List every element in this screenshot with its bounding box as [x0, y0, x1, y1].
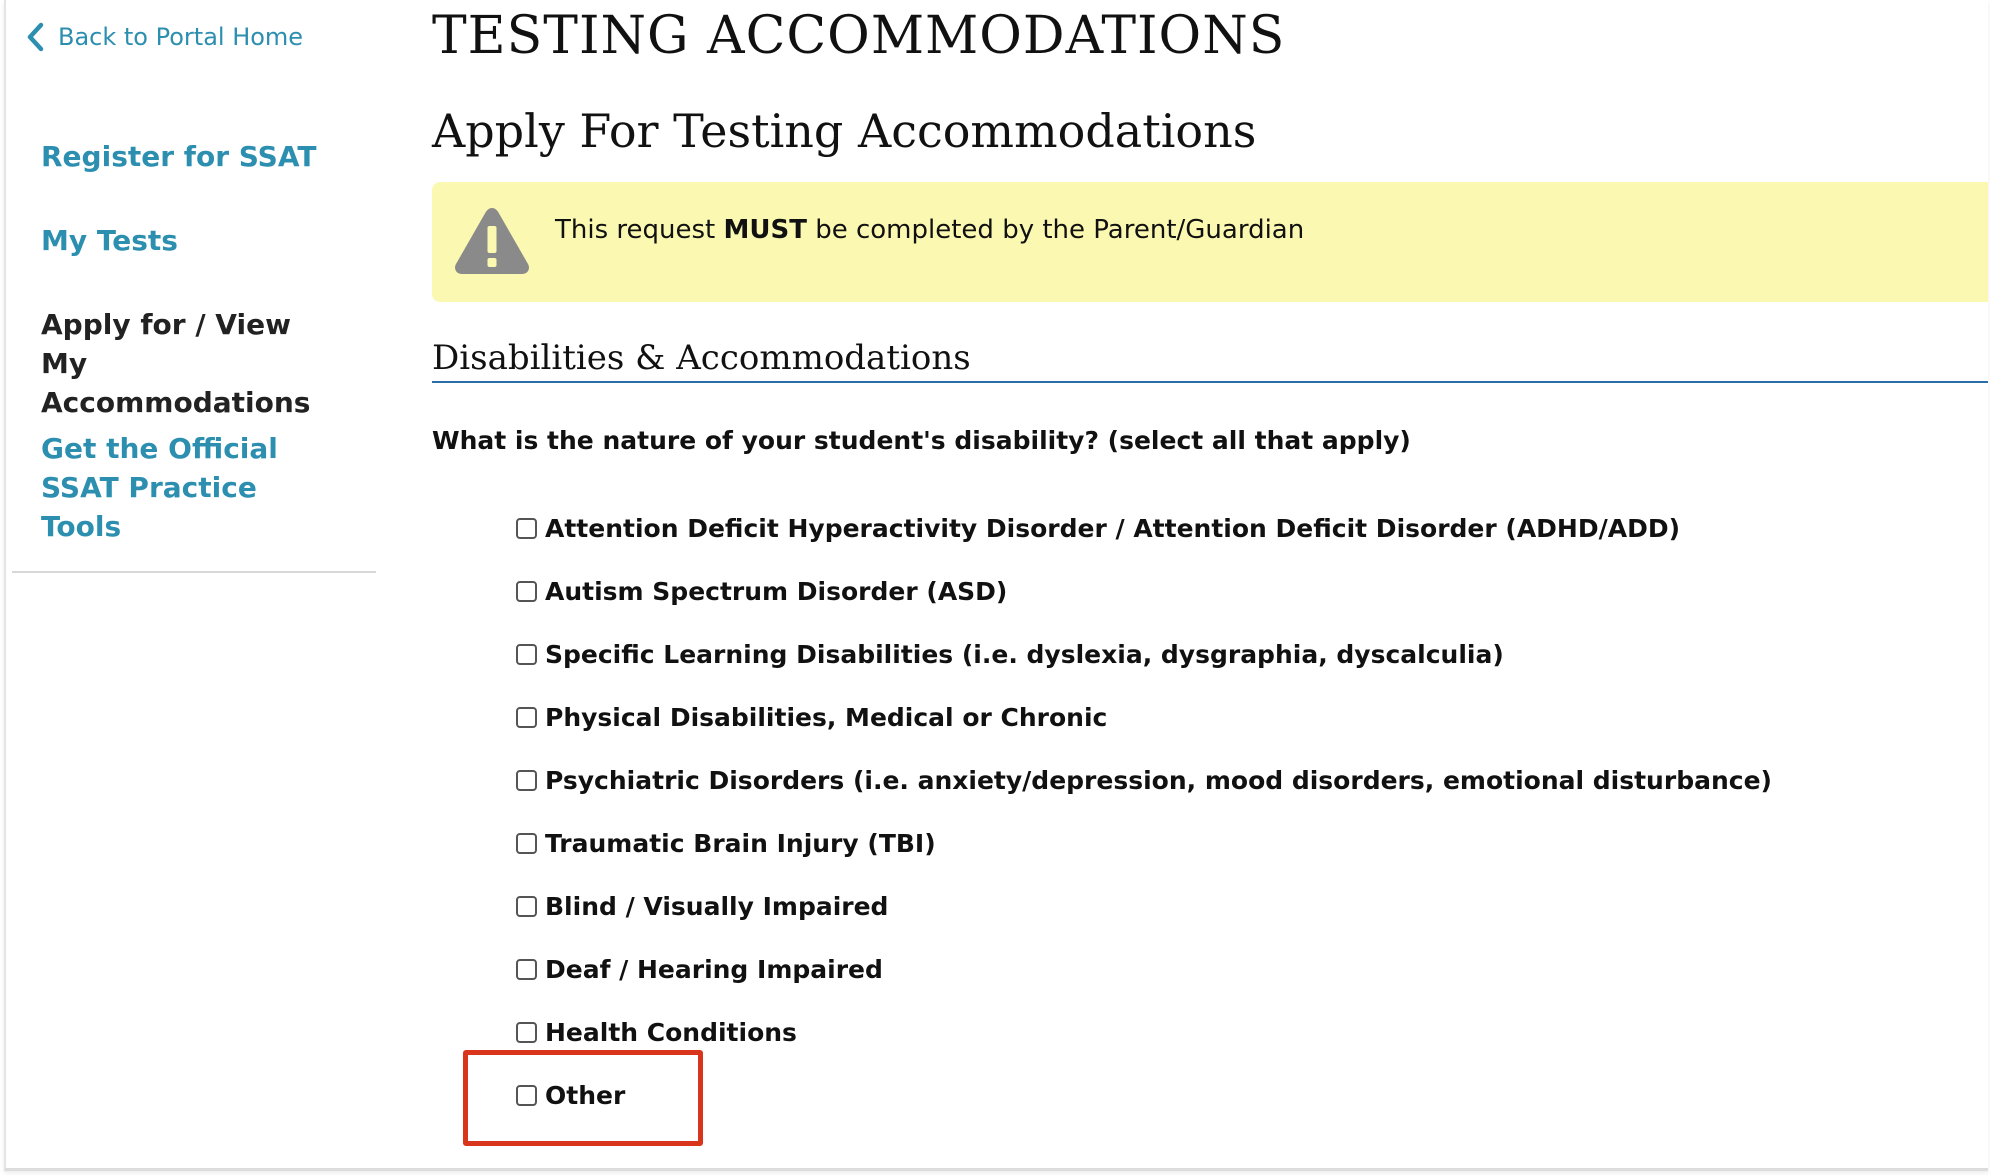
checkbox[interactable]	[516, 1021, 537, 1043]
disability-question: What is the nature of your student's dis…	[432, 426, 1411, 455]
checkbox[interactable]	[516, 706, 537, 728]
option-health-conditions[interactable]: Health Conditions	[516, 1014, 797, 1050]
back-link-label: Back to Portal Home	[58, 23, 304, 51]
section-divider	[432, 381, 1988, 383]
sidebar-item-my-tests[interactable]: My Tests	[41, 221, 371, 260]
sidebar-item-accommodations[interactable]: Apply for / View My Accommodations	[41, 305, 341, 422]
option-asd[interactable]: Autism Spectrum Disorder (ASD)	[516, 573, 1007, 609]
option-learning-disabilities[interactable]: Specific Learning Disabilities (i.e. dys…	[516, 636, 1504, 672]
page-title: TESTING ACCOMMODATIONS	[432, 6, 1286, 66]
checkbox[interactable]	[516, 1084, 537, 1106]
option-adhd[interactable]: Attention Deficit Hyperactivity Disorder…	[516, 510, 1680, 546]
checkbox[interactable]	[516, 580, 537, 602]
checkbox[interactable]	[516, 958, 537, 980]
checkbox[interactable]	[516, 643, 537, 665]
sidebar-item-register[interactable]: Register for SSAT	[41, 137, 371, 176]
checkbox[interactable]	[516, 769, 537, 791]
parent-guardian-alert: This request MUST be completed by the Pa…	[432, 182, 1988, 302]
option-physical-disabilities[interactable]: Physical Disabilities, Medical or Chroni…	[516, 699, 1107, 735]
page-frame: Back to Portal Home Register for SSAT My…	[4, 0, 1988, 1171]
chevron-left-icon	[27, 22, 44, 52]
sidebar-item-practice-tools[interactable]: Get the Official SSAT Practice Tools	[41, 429, 341, 546]
option-tbi[interactable]: Traumatic Brain Injury (TBI)	[516, 825, 936, 861]
option-other[interactable]: Other	[516, 1077, 625, 1113]
checkbox[interactable]	[516, 832, 537, 854]
option-blind[interactable]: Blind / Visually Impaired	[516, 888, 888, 924]
warning-icon	[455, 208, 529, 274]
checkbox[interactable]	[516, 517, 537, 539]
section-heading: Disabilities & Accommodations	[432, 338, 971, 378]
option-deaf[interactable]: Deaf / Hearing Impaired	[516, 951, 883, 987]
back-to-portal-link[interactable]: Back to Portal Home	[26, 22, 303, 52]
option-psychiatric-disorders[interactable]: Psychiatric Disorders (i.e. anxiety/depr…	[516, 762, 1772, 798]
sidebar-divider	[12, 571, 376, 573]
checkbox[interactable]	[516, 895, 537, 917]
page-subtitle: Apply For Testing Accommodations	[432, 104, 1257, 158]
alert-message: This request MUST be completed by the Pa…	[555, 215, 1305, 245]
